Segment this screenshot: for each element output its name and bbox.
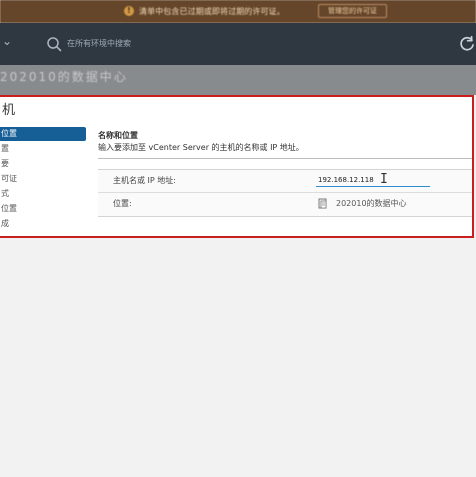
step-finish[interactable]: 成 xyxy=(0,217,86,231)
manage-licenses-button[interactable]: 管理您的许可证 xyxy=(318,4,387,18)
host-address-label: 主机名或 IP 地址: xyxy=(113,176,176,185)
text-cursor-icon: I xyxy=(380,172,388,187)
host-address-input[interactable] xyxy=(316,173,430,187)
license-warning-message: 清单中包含已过期或即将过期的许可证。 xyxy=(139,7,285,16)
vsphere-add-host-screen: ! 清单中包含已过期或即将过期的许可证。 管理您的许可证 ⌄ 在所有环境中搜索 … xyxy=(0,0,476,477)
step-summary[interactable]: 要 xyxy=(0,157,86,171)
warning-icon: ! xyxy=(124,6,134,16)
dimmed-page-header: 202010的数据中心 xyxy=(0,65,476,95)
host-form: 主机名或 IP 地址: I 位置: 202010的数据中心 xyxy=(98,169,472,217)
step-license[interactable]: 可证 xyxy=(0,172,86,186)
top-navigation-bar: ⌄ 在所有环境中搜索 xyxy=(0,23,476,65)
step-lockdown-mode[interactable]: 式 xyxy=(0,187,86,201)
name-location-content: 名称和位置 输入要添加至 vCenter Server 的主机的名称或 IP 地… xyxy=(98,130,472,236)
license-warning-banner: ! 清单中包含已过期或即将过期的许可证。 管理您的许可证 xyxy=(0,0,476,23)
section-heading: 名称和位置 xyxy=(98,131,138,140)
add-host-dialog-highlight: 机 位置 置 要 可证 式 位置 成 名称和位置 输入要添加至 vCenter … xyxy=(0,95,474,238)
location-value[interactable]: 202010的数据中心 xyxy=(336,198,407,210)
section-description: 输入要添加至 vCenter Server 的主机的名称或 IP 地址。 xyxy=(98,143,304,152)
datacenter-icon xyxy=(318,198,327,209)
wizard-steps: 位置 置 要 可证 式 位置 成 xyxy=(0,127,88,236)
step-vm-location[interactable]: 位置 xyxy=(0,202,86,216)
host-address-row: 主机名或 IP 地址: I xyxy=(98,170,472,193)
global-search-input[interactable]: 在所有环境中搜索 xyxy=(67,36,131,52)
location-row: 位置: 202010的数据中心 xyxy=(98,193,472,216)
dialog-title: 机 xyxy=(2,103,16,118)
refresh-icon[interactable] xyxy=(458,34,476,52)
dimmed-page-title: 202010的数据中心 xyxy=(0,70,128,84)
section-divider xyxy=(98,158,472,159)
location-label: 位置: xyxy=(113,199,132,208)
step-connection-settings[interactable]: 置 xyxy=(0,142,86,156)
chevron-down-icon[interactable]: ⌄ xyxy=(2,35,14,47)
search-icon[interactable] xyxy=(46,36,62,52)
step-name-location[interactable]: 位置 xyxy=(0,127,86,141)
